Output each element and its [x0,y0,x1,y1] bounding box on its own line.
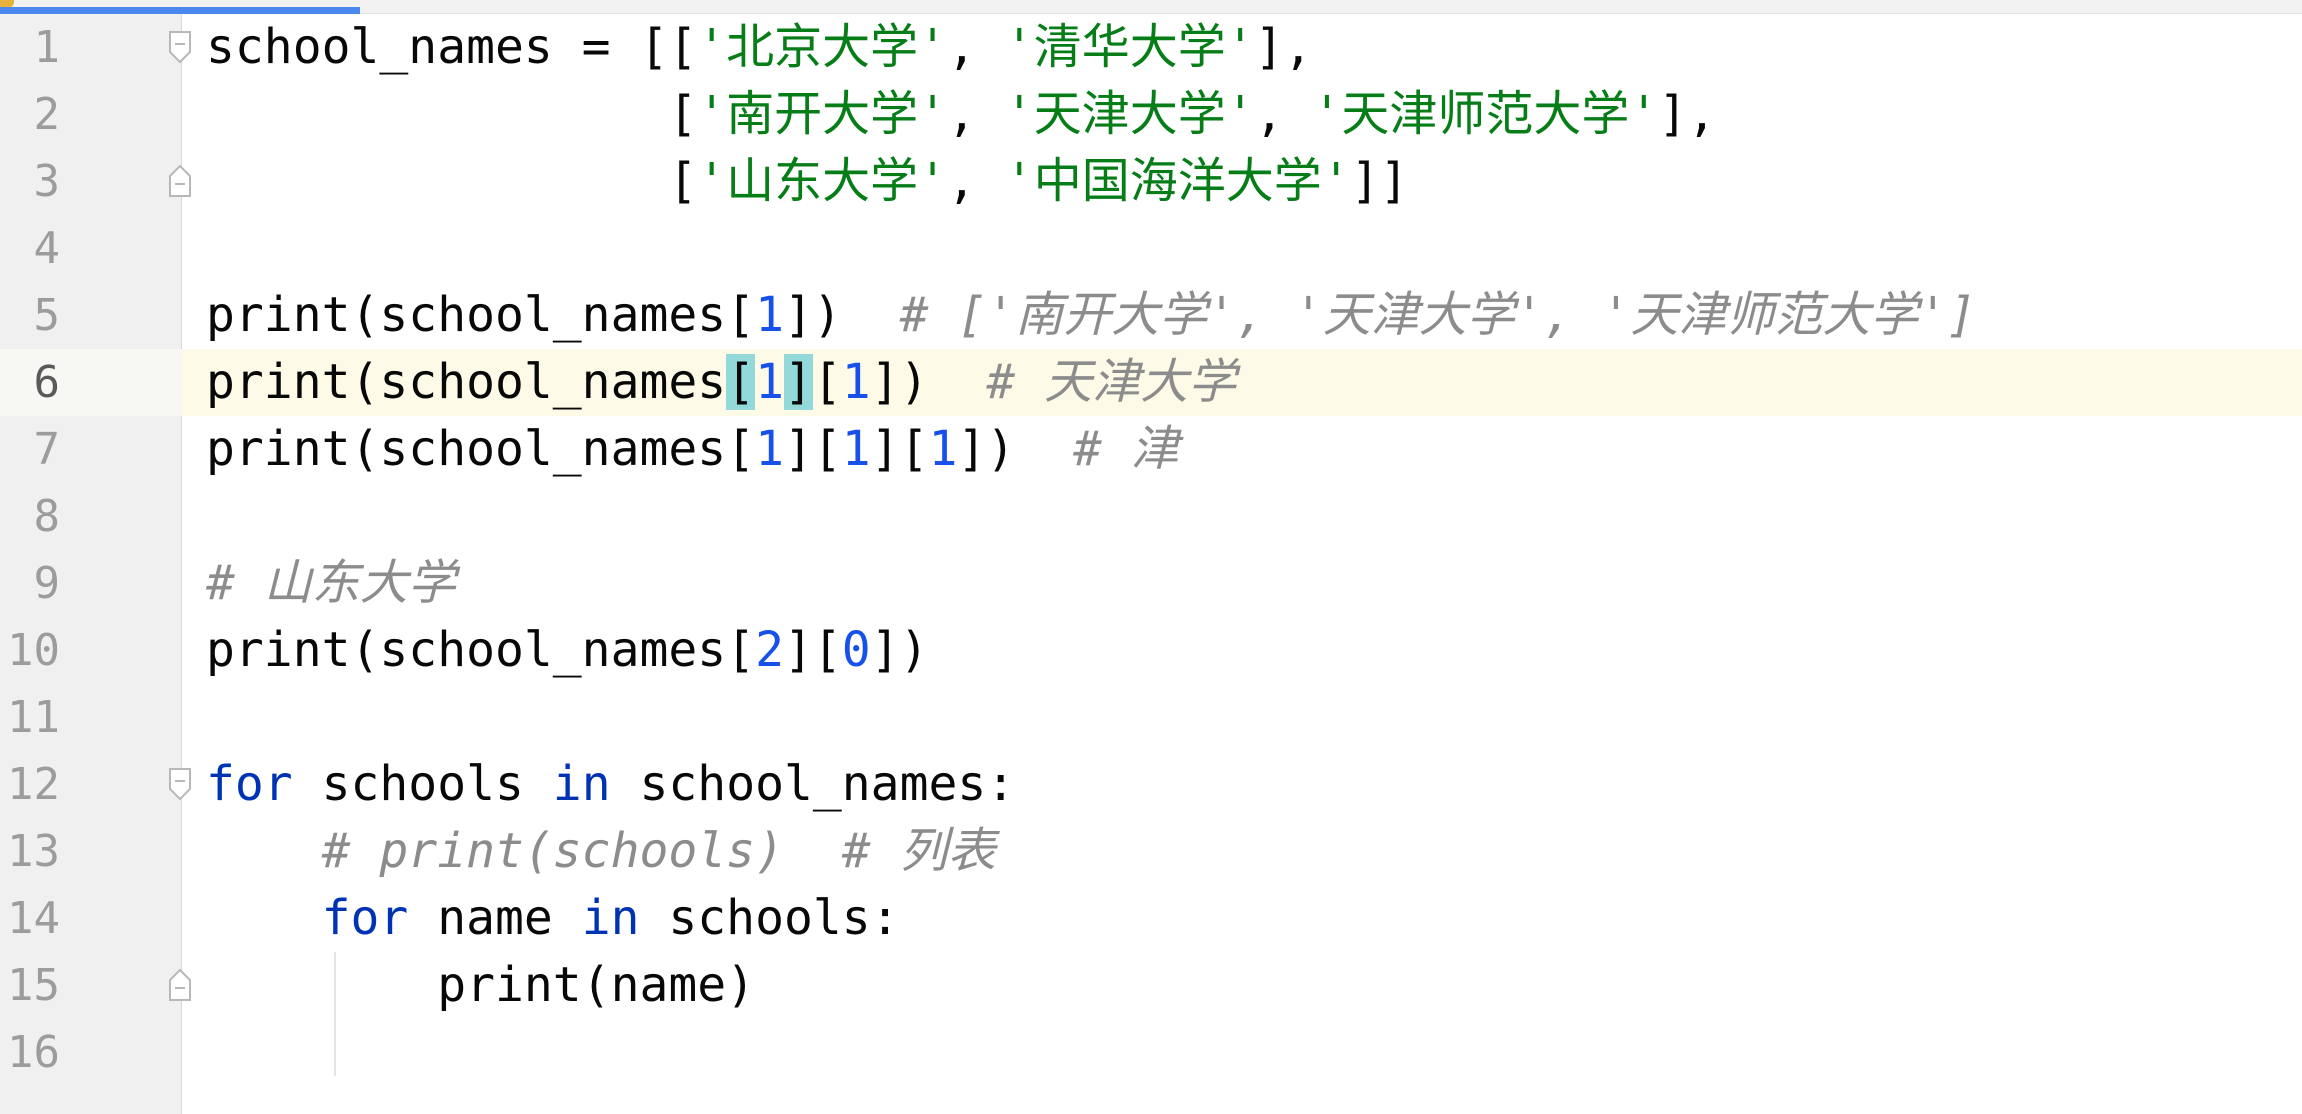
fold-end-icon[interactable] [166,968,194,1002]
code-token: # 山东大学 [206,555,456,611]
line-number: 16 [7,1027,60,1078]
code-token: ], [1658,86,1717,142]
line-number: 5 [33,290,61,341]
code-token: print(school_names[ [206,622,756,678]
fold-end-icon[interactable] [166,164,194,198]
editor-tab-strip [0,0,2302,14]
code-token: name [408,890,582,946]
code-token: print(school_names [206,354,727,410]
code-token: # ['南开大学', '天津大学', '天津师范大学'] [899,287,1977,343]
line-number: 2 [33,89,61,140]
line-number: 9 [33,558,61,609]
code-token: in [552,756,611,812]
code-token: # print(schools) # 列表 [321,823,996,879]
code-line[interactable]: for schools in school_names: [206,751,1015,818]
code-token: 1 [755,421,784,477]
code-line[interactable]: print(school_names[1][1][1]) # 津 [206,416,1179,483]
line-number: 6 [33,357,61,408]
code-line[interactable]: print(school_names[2][0]) [206,617,928,684]
code-line[interactable]: ['山东大学', '中国海洋大学']] [206,148,1409,215]
line-number: 12 [7,759,60,810]
code-token: '南开大学' [697,86,948,142]
line-number: 1 [33,22,61,73]
code-token: '清华大学' [1004,19,1255,75]
code-token: '北京大学' [697,19,948,75]
line-number: 3 [33,156,61,207]
code-token: ][ [870,421,929,477]
code-token: 1 [841,421,871,477]
code-token: schools [292,756,553,812]
line-number: 8 [33,491,61,542]
line-number: 13 [7,826,60,877]
code-token: ]) [957,421,1073,477]
code-token: print(school_names[ [206,421,756,477]
code-token: ]] [1350,153,1409,209]
code-token: # 津 [1072,421,1179,477]
line-number: 7 [33,424,61,475]
line-number: 15 [7,960,60,1011]
line-number: 10 [7,625,60,676]
code-token: '山东大学' [697,153,948,209]
code-token: 1 [841,354,871,410]
code-token: ], [1254,19,1313,75]
code-token: , [947,19,1005,75]
code-token: , [947,86,1005,142]
code-token: [ [206,153,698,209]
code-token: ]) [783,287,900,343]
code-line[interactable]: school_names = [['北京大学', '清华大学'], [206,14,1313,81]
code-token: for [206,756,293,812]
code-token: 1 [755,287,784,343]
code-line[interactable]: for name in schools: [206,885,900,952]
code-token: ]) [870,354,987,410]
code-token: for [321,890,409,946]
code-line[interactable]: # print(schools) # 列表 [206,818,996,885]
code-token: , [947,153,1005,209]
code-token: school_names: [610,756,1016,812]
matched-bracket: [ [726,354,756,410]
code-token: print(name) [206,957,756,1013]
code-token: school_names = [[ [206,19,698,75]
code-token: '天津大学' [1004,86,1255,142]
code-token: ]) [870,622,929,678]
line-number: 11 [7,692,60,743]
code-token: , [1254,86,1313,142]
fold-collapse-icon[interactable] [166,767,194,801]
line-number: 14 [7,893,60,944]
code-token: '中国海洋大学' [1004,153,1351,209]
code-token: in [581,890,640,946]
code-token: 2 [755,622,784,678]
code-line[interactable]: ['南开大学', '天津大学', '天津师范大学'], [206,81,1716,148]
code-token: 1 [928,421,958,477]
code-token: 0 [841,622,871,678]
code-line[interactable]: print(school_names[1][1]) # 天津大学 [206,349,1236,416]
code-token: ][ [783,421,842,477]
code-token: '天津师范大学' [1312,86,1659,142]
line-number: 4 [33,223,61,274]
code-token: 1 [755,354,784,410]
code-token: [ [812,354,842,410]
code-token: [ [206,86,698,142]
active-tab-indicator[interactable] [0,7,360,14]
code-line[interactable]: print(school_names[1]) # ['南开大学', '天津大学'… [206,282,1976,349]
code-token: schools: [639,890,900,946]
code-token: print(school_names[ [206,287,756,343]
code-token: # 天津大学 [986,354,1237,410]
code-token: ][ [783,622,842,678]
code-line[interactable]: # 山东大学 [206,550,456,617]
matched-bracket: ] [783,354,813,410]
code-line[interactable]: print(name) [206,952,755,1019]
fold-collapse-icon[interactable] [166,30,194,64]
